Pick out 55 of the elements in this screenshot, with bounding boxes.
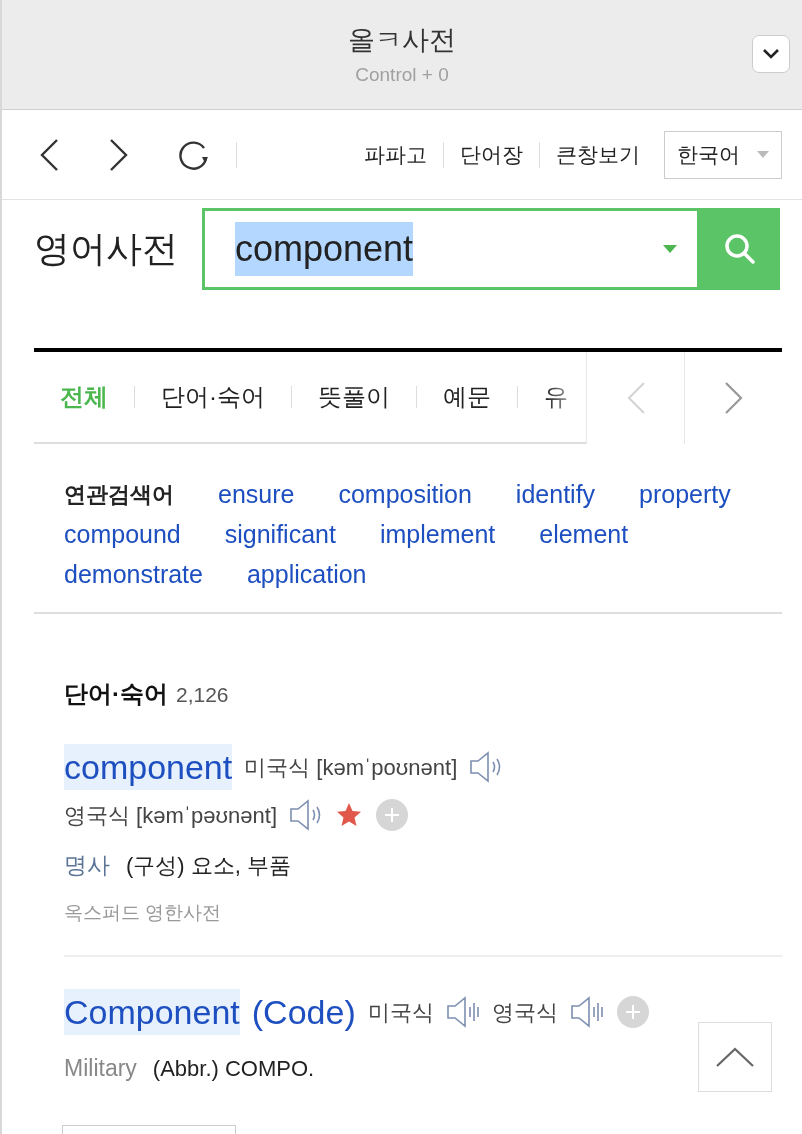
dictionary-title: 영어사전 — [34, 227, 178, 271]
definition: (Abbr.) COMPO. — [152, 1055, 315, 1083]
pronunciation: 영국식 — [491, 998, 558, 1027]
related-term-link[interactable]: application — [246, 554, 367, 594]
toolbar-link[interactable]: 파파고 — [364, 138, 427, 171]
chevron-up-icon — [715, 1046, 755, 1068]
related-term-link[interactable]: composition — [338, 474, 472, 514]
chevron-down-icon — [762, 48, 780, 60]
related-term-link[interactable]: property — [639, 474, 731, 514]
headword-link[interactable]: Component — [64, 989, 240, 1035]
pronunciation: 미국식 [kəmˈpoʊnənt] — [244, 753, 458, 782]
window-title: 올ㅋ사전 — [348, 24, 456, 57]
result-count: 2,126 — [176, 682, 229, 708]
caret-icon — [757, 151, 769, 158]
scroll-to-top-button[interactable] — [698, 1022, 772, 1092]
part-of-speech: Military — [64, 1054, 137, 1083]
search-field[interactable]: component — [202, 208, 700, 290]
related-term-link[interactable]: implement — [379, 514, 496, 554]
speaker-icon[interactable] — [569, 995, 604, 1029]
definition: (구성) 요소, 부품 — [126, 852, 291, 880]
headword-link[interactable]: (Code) — [251, 989, 356, 1035]
headword-link[interactable]: component — [64, 744, 233, 790]
dictionary-source: 옥스퍼드 영한사전 — [64, 900, 223, 925]
section-title: 단어·숙어 — [64, 679, 168, 709]
language-select[interactable]: 한국어 — [664, 130, 782, 179]
back-button[interactable] — [38, 137, 60, 172]
pronunciation: 미국식 — [367, 998, 434, 1027]
pronunciation: 영국식 [kəmˈpəʊnənt] — [64, 801, 278, 830]
related-term-link[interactable]: compound — [64, 514, 181, 554]
dropdown-button[interactable] — [752, 35, 790, 73]
search-button[interactable] — [700, 208, 780, 290]
toolbar-link[interactable]: 단어장 — [460, 138, 523, 171]
forward-icon — [108, 137, 130, 172]
related-searches-label: 연관검색어 — [64, 480, 174, 509]
related-term-link[interactable]: demonstrate — [64, 554, 203, 594]
tab[interactable]: 단어·숙어 — [161, 352, 265, 442]
shortcut-hint: Control + 0 — [355, 62, 449, 87]
add-icon[interactable] — [615, 995, 650, 1029]
tab[interactable]: 뜻풀이 — [318, 352, 390, 442]
related-term-link[interactable]: element — [539, 514, 629, 554]
part-of-speech: 명사 — [64, 851, 110, 880]
related-term-link[interactable]: ensure — [218, 474, 295, 514]
add-icon[interactable] — [375, 798, 410, 832]
forward-button[interactable] — [108, 137, 130, 172]
related-term-link[interactable]: significant — [224, 514, 336, 554]
speaker-icon[interactable] — [445, 995, 480, 1029]
tab[interactable]: 유 — [544, 352, 568, 442]
related-term-link[interactable]: identify — [515, 474, 596, 514]
tab[interactable]: 예문 — [443, 352, 491, 442]
chevron-right-icon — [723, 381, 744, 415]
back-icon — [38, 137, 60, 172]
chevron-left-icon — [625, 381, 646, 415]
toolbar-link[interactable]: 큰창보기 — [556, 138, 640, 171]
caret-icon — [663, 245, 677, 253]
search-icon — [724, 233, 756, 265]
